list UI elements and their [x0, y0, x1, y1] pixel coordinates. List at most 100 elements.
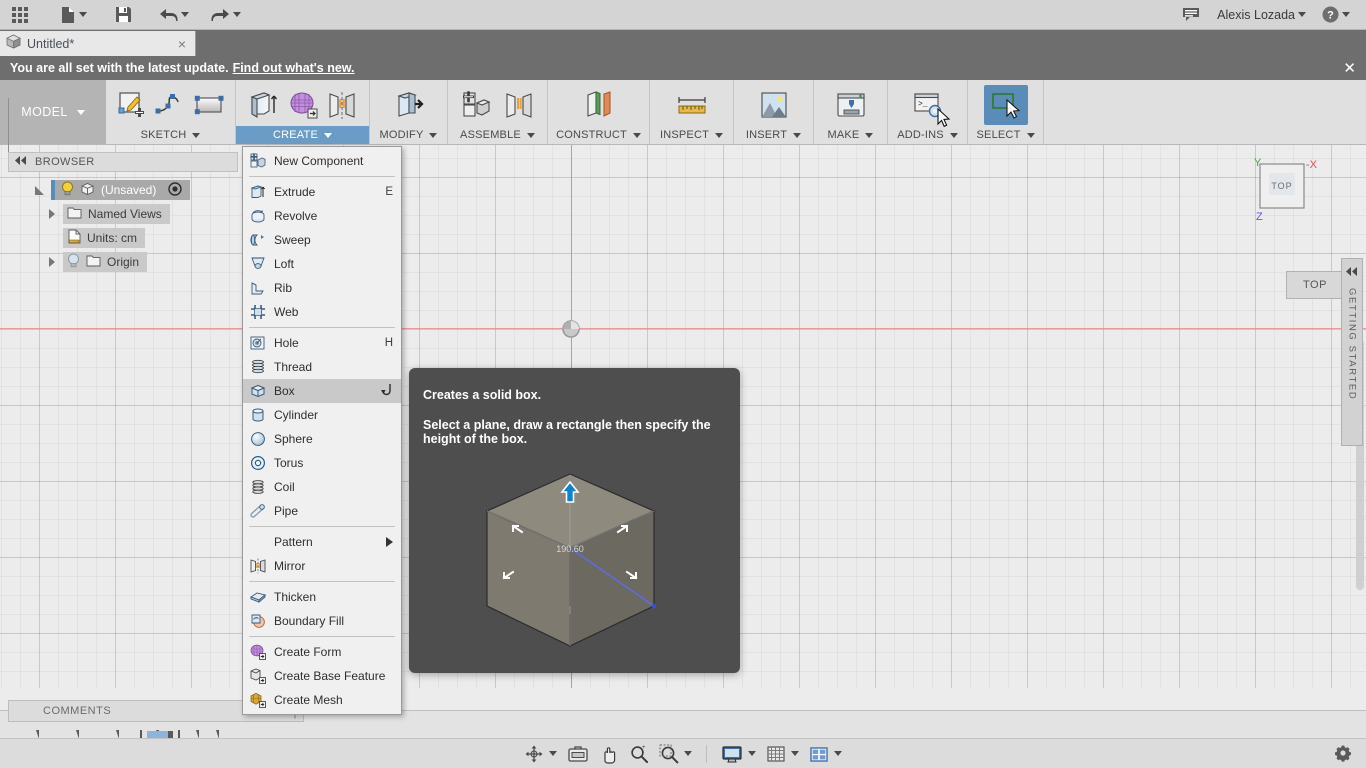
addins-caret-icon[interactable] [950, 133, 958, 138]
sketch-caret-icon[interactable] [192, 133, 200, 138]
getting-started-panel[interactable]: GETTING STARTED [1341, 258, 1363, 446]
expand-root-icon[interactable] [34, 184, 47, 197]
assemble-caret-icon[interactable] [527, 133, 535, 138]
chat-bubble-icon[interactable] [1179, 3, 1203, 27]
select-caret-icon[interactable] [1027, 133, 1035, 138]
menu-item-pipe[interactable]: Pipe [243, 499, 401, 523]
new-file-icon[interactable] [58, 3, 89, 27]
menu-item-web[interactable]: Web [243, 300, 401, 324]
save-icon[interactable] [111, 3, 135, 27]
modify-caret-icon[interactable] [429, 133, 437, 138]
expand-origin-icon[interactable] [46, 256, 59, 269]
viewports-caret-icon[interactable] [834, 751, 842, 756]
create-sketch-icon[interactable] [114, 85, 150, 125]
notification-link[interactable]: Find out what's new. [233, 61, 355, 75]
grid-snaps-caret-icon[interactable] [791, 751, 799, 756]
undo-caret-icon[interactable] [181, 12, 189, 17]
ribbon-tab-make[interactable]: MAKE [814, 126, 887, 144]
browser-chip-units[interactable]: Units: cm [63, 228, 145, 248]
workspace-caret-icon[interactable] [77, 110, 85, 115]
offset-plane-icon[interactable] [577, 85, 621, 125]
rectangle-icon[interactable] [191, 85, 227, 125]
menu-item-loft[interactable]: Loft [243, 252, 401, 276]
menu-item-rib[interactable]: Rib [243, 276, 401, 300]
view-cube[interactable]: TOP Y -X Z [1244, 148, 1324, 228]
help-icon[interactable]: ? [1320, 3, 1352, 27]
menu-item-extrude[interactable]: Extrude E [243, 180, 401, 204]
insert-caret-icon[interactable] [793, 133, 801, 138]
menu-item-revolve[interactable]: Revolve [243, 204, 401, 228]
press-pull-icon[interactable] [387, 85, 431, 125]
workspace-switcher[interactable]: MODEL [0, 80, 106, 144]
expand-named-views-icon[interactable] [46, 208, 59, 221]
insert-image-icon[interactable] [752, 85, 796, 125]
ribbon-tab-construct[interactable]: CONSTRUCT [548, 126, 649, 144]
3d-print-icon[interactable] [829, 85, 873, 125]
browser-row-origin[interactable]: Origin [8, 250, 238, 274]
menu-item-torus[interactable]: Torus [243, 451, 401, 475]
ribbon-tab-create[interactable]: CREATE [236, 126, 369, 144]
mirror-icon[interactable] [323, 85, 361, 125]
new-component-icon[interactable] [456, 85, 497, 125]
notification-close-icon[interactable]: ✕ [1343, 59, 1356, 77]
menu-item-pattern[interactable]: Pattern [243, 530, 401, 554]
menu-item-sweep[interactable]: Sweep [243, 228, 401, 252]
target-icon[interactable] [168, 182, 182, 199]
orbit-caret-icon[interactable] [549, 751, 557, 756]
browser-root-chip[interactable]: (Unsaved) [51, 180, 190, 200]
redo-icon[interactable] [209, 3, 243, 27]
redo-caret-icon[interactable] [233, 12, 241, 17]
browser-chip-named-views[interactable]: Named Views [63, 204, 170, 224]
gear-icon[interactable] [1330, 740, 1356, 766]
light-bulb-icon[interactable] [67, 253, 80, 271]
pan-icon[interactable] [595, 741, 623, 767]
menu-item-create-base-feature[interactable]: Create Base Feature [243, 664, 401, 688]
spline-icon[interactable] [152, 85, 188, 125]
ribbon-tab-modify[interactable]: MODIFY [370, 126, 447, 144]
orbit-icon[interactable] [520, 741, 561, 767]
menu-item-create-form[interactable]: Create Form [243, 640, 401, 664]
browser-row-units[interactable]: Units: cm [8, 226, 238, 250]
browser-root-row[interactable]: (Unsaved) [8, 178, 238, 202]
viewports-icon[interactable] [805, 741, 846, 767]
menu-item-create-mesh[interactable]: Create Mesh [243, 688, 401, 712]
inspect-caret-icon[interactable] [715, 133, 723, 138]
create-form-icon[interactable] [284, 85, 322, 125]
close-tab-icon[interactable]: × [175, 36, 189, 52]
scripts-addins-icon[interactable]: >_ [906, 85, 950, 125]
ribbon-tab-addins[interactable]: ADD-INS [888, 126, 967, 144]
grid-snaps-icon[interactable] [762, 741, 803, 767]
user-caret-icon[interactable] [1298, 12, 1306, 17]
menu-item-boundary-fill[interactable]: Boundary Fill [243, 609, 401, 633]
select-icon[interactable] [984, 85, 1028, 125]
make-caret-icon[interactable] [865, 133, 873, 138]
user-menu[interactable]: Alexis Lozada [1217, 8, 1306, 22]
measure-icon[interactable] [670, 85, 714, 125]
menu-item-sphere[interactable]: Sphere [243, 427, 401, 451]
collapse-right-icon[interactable] [1346, 263, 1358, 278]
menu-item-cylinder[interactable]: Cylinder [243, 403, 401, 427]
browser-chip-origin[interactable]: Origin [63, 252, 147, 272]
document-tab[interactable]: Untitled* × [0, 31, 196, 56]
menu-item-thicken[interactable]: Thicken [243, 585, 401, 609]
zoom-window-icon[interactable] [655, 741, 696, 767]
menu-item-mirror[interactable]: Mirror [243, 554, 401, 578]
menu-item-new-component[interactable]: New Component [243, 149, 401, 173]
joint-icon[interactable] [499, 85, 540, 125]
create-caret-icon[interactable] [324, 133, 332, 138]
light-bulb-icon[interactable] [61, 181, 74, 199]
create-dropdown-menu[interactable]: New Component Extrude E [242, 146, 402, 715]
ribbon-tab-inspect[interactable]: INSPECT [650, 126, 733, 144]
ribbon-tab-assemble[interactable]: ASSEMBLE [448, 126, 547, 144]
extrude-icon[interactable] [244, 85, 282, 125]
ribbon-tab-insert[interactable]: INSERT [734, 126, 813, 144]
menu-item-hole[interactable]: Hole H [243, 331, 401, 355]
look-at-icon[interactable] [563, 741, 593, 767]
construct-caret-icon[interactable] [633, 133, 641, 138]
display-settings-caret-icon[interactable] [748, 751, 756, 756]
app-grid-icon[interactable] [8, 3, 32, 27]
collapse-left-icon[interactable] [15, 156, 27, 168]
menu-item-thread[interactable]: Thread [243, 355, 401, 379]
menu-item-box[interactable]: Box [243, 379, 401, 403]
undo-icon[interactable] [157, 3, 191, 27]
